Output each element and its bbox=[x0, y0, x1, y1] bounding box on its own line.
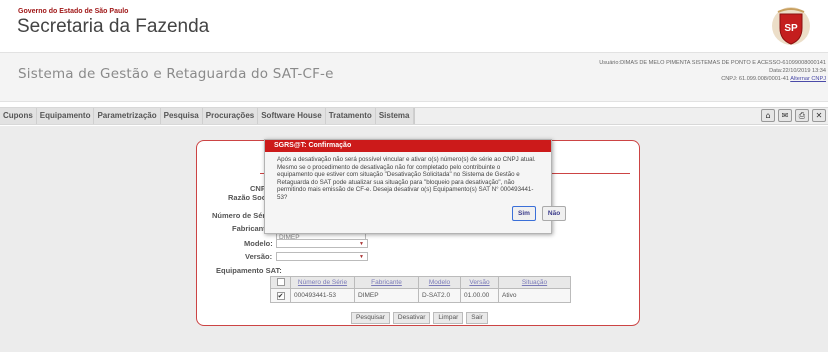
menu-bar: Cupons Equipamento Parametrização Pesqui… bbox=[0, 107, 828, 125]
col-situacao[interactable]: Situação bbox=[498, 276, 571, 289]
cell-versao: 01.00.00 bbox=[460, 288, 499, 303]
equipamento-sat-label: Equipamento SAT: bbox=[216, 266, 282, 275]
date-line: Data:22/10/2019 13:34 bbox=[769, 68, 826, 75]
user-info: Usuário:DIMAS DE MELO PIMENTA SISTEMAS D… bbox=[599, 59, 826, 84]
system-bar: Sistema de Gestão e Retaguarda do SAT-CF… bbox=[0, 52, 828, 102]
table-row: ✔ 000493441-53 DIMEP D-SAT2.0 01.00.00 A… bbox=[270, 288, 571, 303]
select-all-header bbox=[270, 276, 291, 289]
col-numero-serie[interactable]: Número de Série bbox=[290, 276, 355, 289]
row-checkbox[interactable]: ✔ bbox=[276, 291, 285, 300]
chevron-down-icon: ▼ bbox=[359, 241, 364, 247]
menu-item-pesquisa[interactable]: Pesquisa bbox=[161, 108, 203, 124]
toolbar-icons: ⌂ ✉ ⎙ ✕ bbox=[761, 109, 826, 122]
top-header: Governo do Estado de São Paulo Secretari… bbox=[0, 0, 828, 52]
numero-serie-label: Número de Séri bbox=[212, 211, 268, 220]
menu-item-cupons[interactable]: Cupons bbox=[0, 108, 37, 124]
col-versao[interactable]: Versão bbox=[460, 276, 499, 289]
mail-icon[interactable]: ✉ bbox=[778, 109, 792, 122]
menu-item-procuracoes[interactable]: Procurações bbox=[203, 108, 259, 124]
secretaria-title: Secretaria da Fazenda bbox=[17, 16, 210, 37]
cell-fabricante: DIMEP bbox=[354, 288, 419, 303]
dialog-title: SGRS@T: Confirmação bbox=[265, 140, 551, 152]
equipment-table: Número de Série Fabricante Modelo Versão… bbox=[270, 276, 571, 303]
system-title: Sistema de Gestão e Retaguarda do SAT-CF… bbox=[18, 66, 334, 82]
modelo-select[interactable]: ▼ bbox=[276, 239, 368, 248]
menu-item-tratamento[interactable]: Tratamento bbox=[326, 108, 376, 124]
user-line: Usuário:DIMAS DE MELO PIMENTA SISTEMAS D… bbox=[599, 60, 826, 66]
alternar-cnpj-link[interactable]: Alternar CNPJ bbox=[790, 76, 826, 82]
print-icon[interactable]: ⎙ bbox=[795, 109, 809, 122]
menu-item-equipamento[interactable]: Equipamento bbox=[37, 108, 95, 124]
row-checkbox-cell: ✔ bbox=[270, 288, 291, 303]
cell-situacao: Ativo bbox=[498, 288, 571, 303]
table-header-row: Número de Série Fabricante Modelo Versão… bbox=[270, 276, 571, 289]
cell-serie: 000493441-53 bbox=[290, 288, 355, 303]
chevron-down-icon: ▼ bbox=[359, 254, 364, 260]
menu-item-parametrizacao[interactable]: Parametrização bbox=[94, 108, 161, 124]
versao-label: Versão: bbox=[245, 252, 273, 261]
close-icon[interactable]: ✕ bbox=[812, 109, 826, 122]
dialog-message: Após a desativação não será possível vin… bbox=[277, 156, 536, 201]
fabricante-label: Fabricant bbox=[232, 224, 266, 233]
pesquisar-button[interactable]: Pesquisar bbox=[351, 312, 390, 324]
select-all-checkbox[interactable] bbox=[276, 277, 285, 286]
modelo-label: Modelo: bbox=[244, 239, 273, 248]
desativar-button[interactable]: Desativar bbox=[392, 312, 431, 324]
menu-items: Cupons Equipamento Parametrização Pesqui… bbox=[0, 108, 415, 124]
sim-button[interactable]: Sim bbox=[512, 206, 536, 221]
menu-item-software-house[interactable]: Software House bbox=[258, 108, 326, 124]
home-icon[interactable]: ⌂ bbox=[761, 109, 775, 122]
action-buttons: Pesquisar Desativar Limpar Sair bbox=[351, 312, 488, 324]
sair-button[interactable]: Sair bbox=[466, 312, 488, 324]
gov-line: Governo do Estado de São Paulo bbox=[18, 8, 129, 15]
svg-text:SP: SP bbox=[784, 23, 798, 34]
confirmation-dialog: SGRS@T: Confirmação Após a desativação n… bbox=[264, 139, 552, 234]
sp-coat-of-arms-icon: SP bbox=[772, 7, 810, 45]
limpar-button[interactable]: Limpar bbox=[433, 312, 464, 324]
dialog-buttons: Sim Não bbox=[512, 206, 567, 221]
cnpj-row: CNPJ: 61.099.008/0001-41 Alternar CNPJ bbox=[599, 75, 826, 83]
col-fabricante[interactable]: Fabricante bbox=[354, 276, 419, 289]
versao-select[interactable]: ▼ bbox=[276, 252, 368, 261]
cell-modelo: D-SAT2.0 bbox=[418, 288, 461, 303]
nao-button[interactable]: Não bbox=[541, 206, 567, 221]
menu-item-sistema[interactable]: Sistema bbox=[376, 108, 414, 124]
cnpj-line: CNPJ: 61.099.008/0001-41 bbox=[721, 76, 789, 83]
col-modelo[interactable]: Modelo bbox=[418, 276, 461, 289]
